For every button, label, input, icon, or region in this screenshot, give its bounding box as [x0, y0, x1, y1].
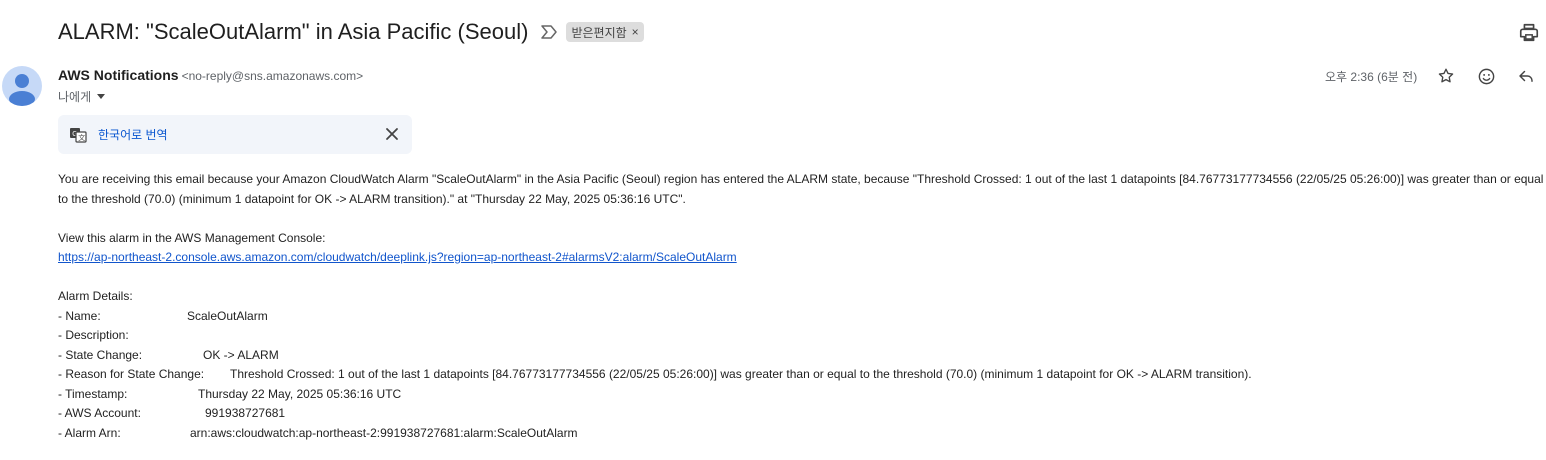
email-timestamp: 오후 2:36 (6분 전): [1325, 70, 1418, 84]
reply-icon[interactable]: [1516, 66, 1536, 86]
detail-value: ScaleOutAlarm: [187, 308, 268, 323]
detail-row-account: - AWS Account: 991938727681: [58, 404, 1546, 424]
detail-row-timestamp: - Timestamp: Thursday 22 May, 2025 05:36…: [58, 385, 1546, 405]
detail-row-arn: - Alarm Arn: arn:aws:cloudwatch:ap-north…: [58, 424, 1546, 444]
star-icon[interactable]: [1436, 66, 1456, 86]
chevron-down-icon: [97, 94, 106, 99]
translate-to-korean-link[interactable]: 한국어로 번역: [98, 126, 168, 143]
detail-value: 991938727681: [205, 406, 286, 420]
subject-row: ALARM: "ScaleOutAlarm" in Asia Pacific (…: [58, 16, 644, 48]
alarm-intro-text: You are receiving this email because you…: [58, 172, 1544, 206]
sender-name[interactable]: AWS Notifications: [58, 67, 179, 83]
inbox-label-text: 받은편지함: [571, 25, 627, 40]
sender-row: AWS Notifications <no-reply@sns.amazonaws…: [58, 67, 363, 83]
close-icon[interactable]: [384, 126, 400, 142]
detail-key: - AWS Account:: [58, 406, 141, 420]
recipient-label: 나에게: [58, 90, 92, 104]
detail-row-description: - Description:: [58, 326, 1546, 346]
detail-row-name: - Name: ScaleOutAlarm: [58, 307, 1546, 327]
print-icon[interactable]: [1518, 22, 1540, 44]
recipient-details-toggle[interactable]: 나에게: [58, 88, 106, 105]
console-label: View this alarm in the AWS Management Co…: [58, 230, 326, 245]
detail-key: - Description:: [58, 328, 129, 342]
detail-key: - Timestamp:: [58, 386, 128, 401]
email-subject: ALARM: "ScaleOutAlarm" in Asia Pacific (…: [58, 19, 529, 44]
svg-text:文: 文: [78, 133, 85, 142]
avatar-person-icon: [2, 66, 42, 106]
importance-marker-icon[interactable]: [540, 23, 558, 41]
detail-row-reason: - Reason for State Change: Threshold Cro…: [58, 365, 1546, 385]
inbox-label-chip[interactable]: 받은편지함 ×: [566, 22, 644, 42]
detail-value: Thursday 22 May, 2025 05:36:16 UTC: [198, 386, 402, 401]
translate-bar: G文 한국어로 번역: [58, 115, 412, 154]
remove-label-icon[interactable]: ×: [632, 25, 639, 39]
email-body: You are receiving this email because you…: [58, 170, 1546, 443]
detail-key: - Reason for State Change:: [58, 367, 205, 381]
detail-key: - Alarm Arn:: [58, 425, 121, 440]
detail-key: - Name:: [58, 308, 101, 323]
sender-email: <no-reply@sns.amazonaws.com>: [181, 69, 364, 83]
detail-value: Threshold Crossed: 1 out of the last 1 d…: [230, 367, 1252, 381]
emoji-reaction-icon[interactable]: [1476, 66, 1496, 86]
translate-icon: G文: [69, 126, 87, 144]
detail-value: arn:aws:cloudwatch:ap-northeast-2:991938…: [190, 425, 578, 440]
detail-key: - State Change:: [58, 347, 143, 362]
detail-value: OK -> ALARM: [203, 347, 279, 362]
details-heading: Alarm Details:: [58, 289, 133, 303]
detail-row-state-change: - State Change: OK -> ALARM: [58, 346, 1546, 366]
console-deeplink[interactable]: https://ap-northeast-2.console.aws.amazo…: [58, 250, 737, 264]
